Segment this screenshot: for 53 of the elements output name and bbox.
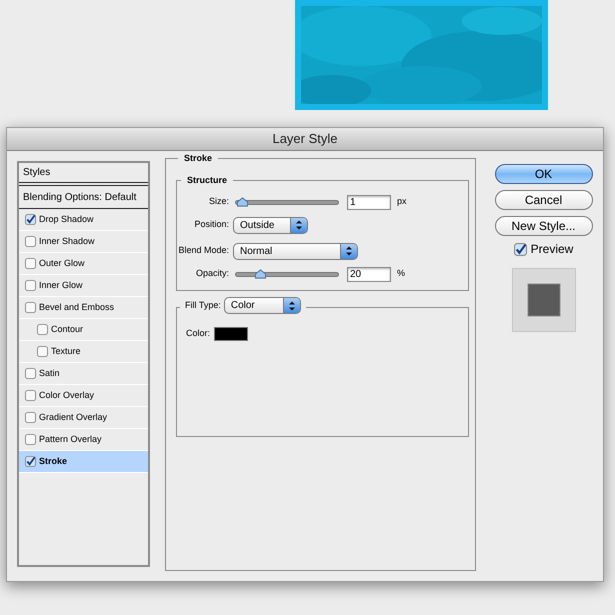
list-item[interactable]: Gradient Overlay (19, 407, 148, 429)
checkbox[interactable] (25, 368, 36, 379)
list-item[interactable]: Outer Glow (19, 253, 148, 275)
dropdown[interactable]: Normal (233, 242, 358, 260)
list-item[interactable]: Drop Shadow (19, 209, 148, 231)
number-field[interactable]: 1 (347, 194, 391, 210)
list-item[interactable]: Inner Glow (19, 275, 148, 297)
window-title: Layer Style (272, 130, 338, 148)
list-item[interactable]: Blending Options: Default (19, 186, 148, 209)
slider[interactable] (235, 200, 339, 204)
field-label: Fill Type: (185, 298, 221, 312)
slider-thumb[interactable] (254, 268, 266, 278)
field-label: Color: (186, 327, 210, 340)
preview-thumbnail (512, 268, 576, 332)
dropdown[interactable]: Outside (233, 216, 308, 234)
checkbox-label: Preview (530, 241, 574, 258)
checkbox[interactable] (25, 412, 36, 423)
list-item[interactable]: Bevel and Emboss (19, 297, 148, 319)
slider[interactable] (235, 272, 339, 276)
dialog-button[interactable]: OK (494, 164, 592, 184)
slider-thumb[interactable] (236, 196, 248, 206)
checkbox[interactable] (25, 258, 36, 269)
checkbox[interactable] (25, 456, 36, 467)
unit-label: px (397, 195, 407, 208)
field-label: Position: (193, 218, 230, 232)
checkbox[interactable] (25, 236, 36, 247)
list-item[interactable]: Inner Shadow (19, 231, 148, 253)
list-item[interactable]: Contour (19, 319, 148, 341)
list-item[interactable]: Texture (19, 341, 148, 363)
color-swatch[interactable] (214, 327, 248, 341)
checkbox[interactable] (25, 302, 36, 313)
checkbox[interactable] (25, 390, 36, 401)
dialog-button[interactable]: Cancel (494, 190, 592, 210)
dropdown[interactable]: Color (224, 297, 301, 314)
dialog-button[interactable]: New Style... (494, 216, 592, 236)
checkbox[interactable] (25, 214, 36, 225)
stepper-arrows-icon (296, 220, 302, 230)
list-header: Styles (19, 163, 148, 186)
checkbox[interactable] (25, 280, 36, 291)
stepper-arrows-icon (346, 246, 352, 256)
checkbox[interactable] (514, 242, 527, 256)
field-label: Blend Mode: (177, 244, 230, 258)
stepper-arrows-icon (288, 300, 295, 310)
checkbox[interactable] (25, 434, 36, 445)
checkbox[interactable] (37, 346, 48, 357)
list-item[interactable]: Color Overlay (19, 385, 148, 407)
list-item[interactable]: Stroke (19, 451, 148, 473)
field-label: Size: (208, 195, 230, 208)
field-label: Opacity: (194, 267, 230, 280)
checkbox[interactable] (37, 324, 48, 335)
unit-label: % (397, 267, 406, 280)
list-item[interactable]: Satin (19, 363, 148, 385)
number-field[interactable]: 20 (347, 266, 391, 282)
